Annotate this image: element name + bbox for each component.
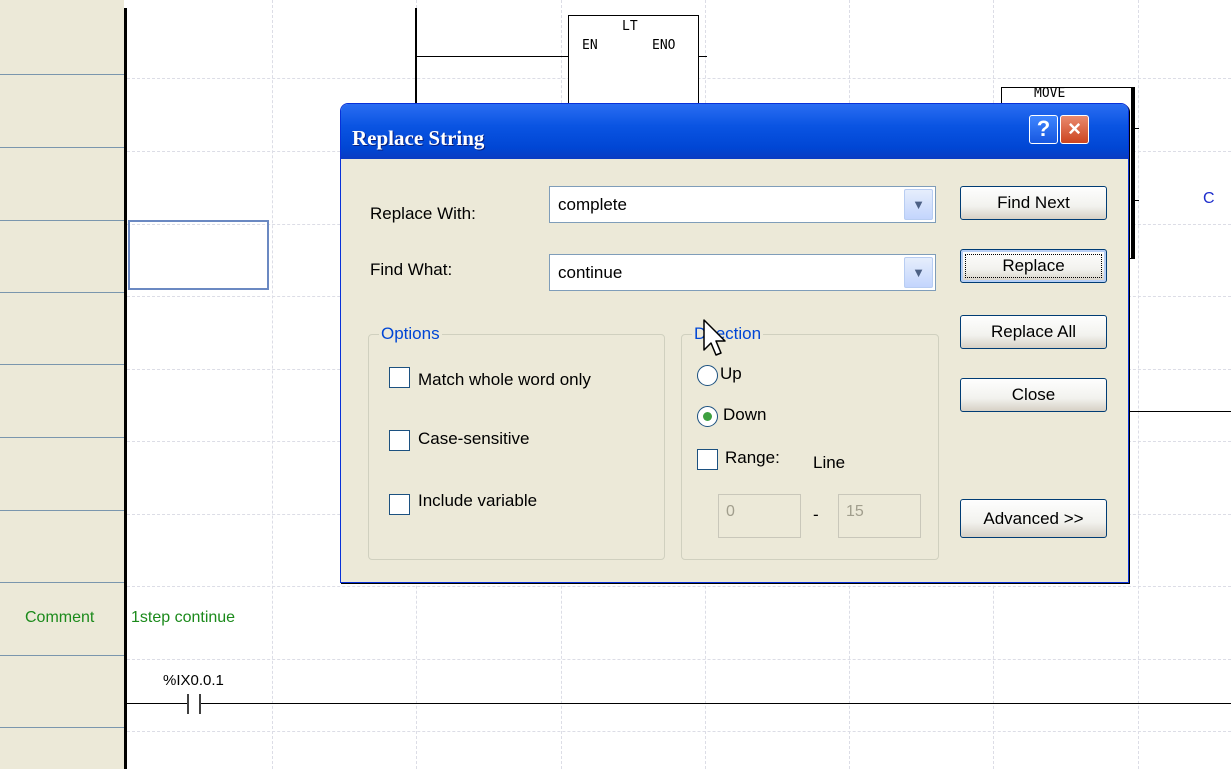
replace-with-value: complete — [558, 195, 627, 214]
advanced-label: Advanced >> — [983, 509, 1084, 528]
match-whole-word-label[interactable]: Match whole word only — [418, 370, 591, 390]
down-radio[interactable] — [697, 406, 718, 427]
help-button[interactable]: ? — [1029, 115, 1058, 144]
gutter-separator — [0, 582, 124, 583]
grid-line — [272, 0, 273, 769]
gutter-separator — [0, 510, 124, 511]
grid-line — [127, 586, 1231, 587]
gutter-separator — [0, 220, 124, 221]
help-icon: ? — [1036, 116, 1051, 141]
include-variable-label[interactable]: Include variable — [418, 491, 537, 511]
row-gutter — [0, 0, 124, 769]
gutter-separator — [0, 74, 124, 75]
gutter-separator — [0, 655, 124, 656]
range-checkbox[interactable] — [697, 449, 718, 470]
replace-with-label: Replace With: — [370, 204, 476, 223]
ladder-wire — [416, 56, 568, 57]
gutter-separator — [0, 147, 124, 148]
fb-lt-eno: ENO — [652, 38, 676, 53]
range-label[interactable]: Range: — [725, 448, 780, 468]
normally-open-contact[interactable] — [184, 692, 204, 716]
mouse-cursor-icon — [703, 319, 726, 356]
case-sensitive-label[interactable]: Case-sensitive — [418, 429, 530, 449]
up-label[interactable]: Up — [720, 364, 742, 384]
advanced-button[interactable]: Advanced >> — [960, 499, 1107, 538]
grid-line — [1138, 0, 1139, 769]
replace-button[interactable]: Replace — [960, 249, 1107, 283]
grid-line — [127, 731, 1231, 732]
gutter-separator — [0, 364, 124, 365]
fb-move-name: MOVE — [1034, 86, 1066, 101]
find-next-button[interactable]: Find Next — [960, 186, 1107, 220]
gutter-separator — [0, 437, 124, 438]
close-label: Close — [1011, 385, 1056, 404]
replace-all-button[interactable]: Replace All — [960, 315, 1107, 349]
gutter-separator — [0, 292, 124, 293]
ladder-wire — [127, 703, 187, 704]
dialog-body: Replace With: complete ▼ Find What: cont… — [344, 159, 1125, 579]
ladder-wire — [201, 703, 1231, 704]
grid-line — [127, 659, 1231, 660]
range-to-input[interactable]: 15 — [838, 494, 921, 538]
direction-group: Direction Up Down Range: Line 0 - 15 — [681, 324, 939, 560]
selected-cell[interactable] — [128, 220, 269, 290]
left-power-rail — [124, 8, 127, 769]
replace-with-combo[interactable]: complete ▼ — [549, 186, 936, 223]
contact-variable-label: %IX0.0.1 — [163, 672, 224, 689]
gutter-separator — [0, 727, 124, 728]
range-to-value: 15 — [846, 503, 864, 520]
up-radio[interactable] — [697, 365, 718, 386]
ladder-wire — [1129, 411, 1231, 412]
options-group: Options Match whole word only Case-sensi… — [368, 324, 665, 560]
dialog-title: Replace String — [352, 126, 485, 150]
comment-text[interactable]: 1step continue — [131, 609, 235, 627]
close-button[interactable]: Close — [960, 378, 1107, 412]
chevron-down-icon[interactable]: ▼ — [904, 257, 933, 288]
match-whole-word-checkbox[interactable] — [389, 367, 410, 388]
chevron-down-icon[interactable]: ▼ — [904, 189, 933, 220]
down-label[interactable]: Down — [723, 405, 766, 425]
title-close-button[interactable]: × — [1060, 115, 1089, 144]
replace-string-dialog[interactable]: Replace String ? × Replace With: complet… — [340, 103, 1129, 583]
replace-all-label: Replace All — [990, 322, 1077, 341]
range-from-value: 0 — [726, 503, 735, 520]
close-icon: × — [1068, 116, 1081, 141]
function-block-lt[interactable]: LT EN ENO — [568, 15, 699, 107]
options-legend: Options — [379, 324, 442, 344]
case-sensitive-checkbox[interactable] — [389, 430, 410, 451]
find-next-label: Find Next — [997, 193, 1070, 212]
fb-lt-en: EN — [582, 38, 598, 53]
radio-selected-dot — [703, 412, 712, 421]
range-from-input[interactable]: 0 — [718, 494, 801, 538]
find-what-value: continue — [558, 263, 623, 282]
range-unit-label: Line — [813, 453, 846, 472]
fb-lt-name: LT — [622, 19, 638, 34]
dialog-titlebar[interactable]: Replace String ? × — [341, 104, 1128, 159]
find-what-label: Find What: — [370, 260, 453, 279]
replace-label: Replace — [1002, 256, 1065, 275]
comment-label: Comment — [25, 609, 95, 626]
find-what-combo[interactable]: continue ▼ — [549, 254, 936, 291]
include-variable-checkbox[interactable] — [389, 494, 410, 515]
output-label: C — [1203, 190, 1215, 207]
range-separator: - — [813, 505, 819, 524]
